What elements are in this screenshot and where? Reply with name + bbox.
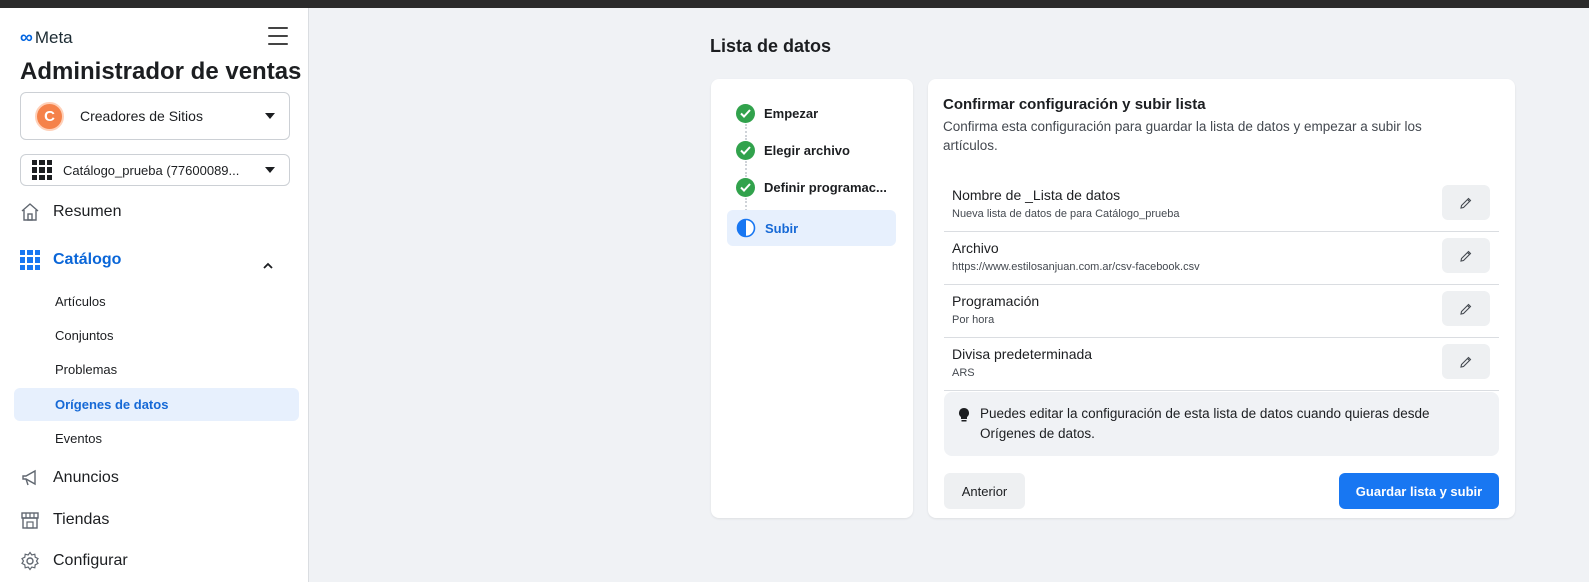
step-choose-file[interactable]: Elegir archivo	[736, 141, 850, 160]
row-label: Programación	[952, 293, 1040, 309]
row-value: Nueva lista de datos de para Catálogo_pr…	[952, 208, 1180, 220]
step-schedule[interactable]: Definir programac...	[736, 178, 887, 197]
sidebar: ∞ Meta Administrador de ventas C Creador…	[0, 8, 309, 582]
catalog-name: Catálogo_prueba (77600089...	[63, 162, 240, 178]
pencil-icon	[1460, 250, 1472, 262]
half-circle-progress-icon	[736, 218, 756, 238]
config-row-schedule: Programación Por hora	[944, 285, 1499, 338]
hamburger-menu-icon[interactable]	[268, 27, 288, 45]
nav-shops[interactable]: Tiendas	[20, 510, 109, 530]
meta-logo: ∞ Meta	[20, 27, 73, 48]
steps-card: Empezar Elegir archivo Definir programac…	[711, 79, 913, 518]
pencil-icon	[1460, 356, 1472, 368]
meta-brand-text: Meta	[34, 27, 73, 47]
step-connector	[745, 124, 747, 140]
row-value: https://www.estilosanjuan.com.ar/csv-fac…	[952, 261, 1200, 273]
nav-ads[interactable]: Anuncios	[20, 468, 119, 488]
sub-item-data-sources[interactable]: Orígenes de datos	[55, 397, 168, 412]
gear-icon	[20, 551, 40, 571]
previous-button[interactable]: Anterior	[944, 473, 1025, 509]
sub-item-problems[interactable]: Problemas	[55, 362, 117, 377]
nav-settings[interactable]: Configurar	[20, 551, 128, 571]
sub-item-sets[interactable]: Conjuntos	[55, 328, 114, 343]
storefront-icon	[20, 510, 40, 530]
save-and-upload-button[interactable]: Guardar lista y subir	[1339, 473, 1499, 509]
info-tip: Puedes editar la configuración de esta l…	[944, 392, 1499, 456]
tip-text: Puedes editar la configuración de esta l…	[980, 406, 1430, 441]
step-upload[interactable]: Subir	[736, 218, 798, 238]
nav-catalog-label: Catálogo	[53, 251, 122, 268]
catalog-selector[interactable]: Catálogo_prueba (77600089...	[20, 154, 290, 186]
config-row-name: Nombre de _Lista de datos Nueva lista de…	[944, 179, 1499, 232]
config-row-file: Archivo https://www.estilosanjuan.com.ar…	[944, 232, 1499, 285]
business-name: Creadores de Sitios	[80, 108, 203, 124]
edit-schedule-button[interactable]	[1442, 291, 1490, 326]
nav-summary-label: Resumen	[53, 203, 122, 220]
nav-ads-label: Anuncios	[53, 469, 119, 486]
megaphone-icon	[20, 468, 40, 488]
edit-file-button[interactable]	[1442, 238, 1490, 273]
row-value: Por hora	[952, 314, 995, 326]
app-title: Administrador de ventas	[20, 58, 302, 85]
business-avatar: C	[35, 101, 64, 131]
step-label: Elegir archivo	[764, 143, 850, 158]
pencil-icon	[1460, 303, 1472, 315]
caret-down-icon	[265, 113, 275, 119]
row-label: Archivo	[952, 240, 999, 256]
row-label: Divisa predeterminada	[952, 346, 1093, 362]
check-circle-icon	[736, 178, 755, 197]
nav-catalog[interactable]: Catálogo	[20, 250, 121, 270]
sub-item-events[interactable]: Eventos	[55, 431, 102, 446]
nav-summary[interactable]: Resumen	[20, 202, 121, 222]
caret-down-icon	[265, 167, 275, 173]
check-circle-icon	[736, 141, 755, 160]
lightbulb-icon	[959, 408, 969, 422]
sub-item-articles[interactable]: Artículos	[55, 294, 106, 309]
step-connector	[745, 161, 747, 177]
chevron-up-icon[interactable]	[263, 261, 273, 271]
catalog-grid-icon	[32, 160, 52, 180]
confirm-card: Confirmar configuración y subir lista Co…	[928, 79, 1515, 518]
window-top-bar	[0, 0, 1589, 8]
home-icon	[20, 202, 40, 222]
meta-infinity-icon: ∞	[20, 27, 33, 47]
business-selector[interactable]: C Creadores de Sitios	[20, 92, 290, 140]
nav-settings-label: Configurar	[53, 552, 128, 569]
pencil-icon	[1460, 197, 1472, 209]
step-label: Subir	[765, 220, 799, 236]
step-label: Empezar	[764, 106, 819, 121]
catalog-grid-icon	[20, 250, 40, 270]
step-label: Definir programac...	[764, 180, 887, 195]
confirm-title: Confirmar configuración y subir lista	[943, 96, 1206, 113]
row-value: ARS	[952, 367, 975, 379]
confirm-description: Confirma esta configuración para guardar…	[943, 119, 1422, 153]
row-label: Nombre de _Lista de datos	[952, 187, 1121, 203]
edit-name-button[interactable]	[1442, 185, 1490, 220]
step-start[interactable]: Empezar	[736, 104, 818, 123]
nav-shops-label: Tiendas	[53, 511, 110, 528]
check-circle-icon	[736, 104, 755, 123]
config-row-currency: Divisa predeterminada ARS	[944, 338, 1499, 391]
edit-currency-button[interactable]	[1442, 344, 1490, 379]
page-title: Lista de datos	[710, 36, 832, 56]
